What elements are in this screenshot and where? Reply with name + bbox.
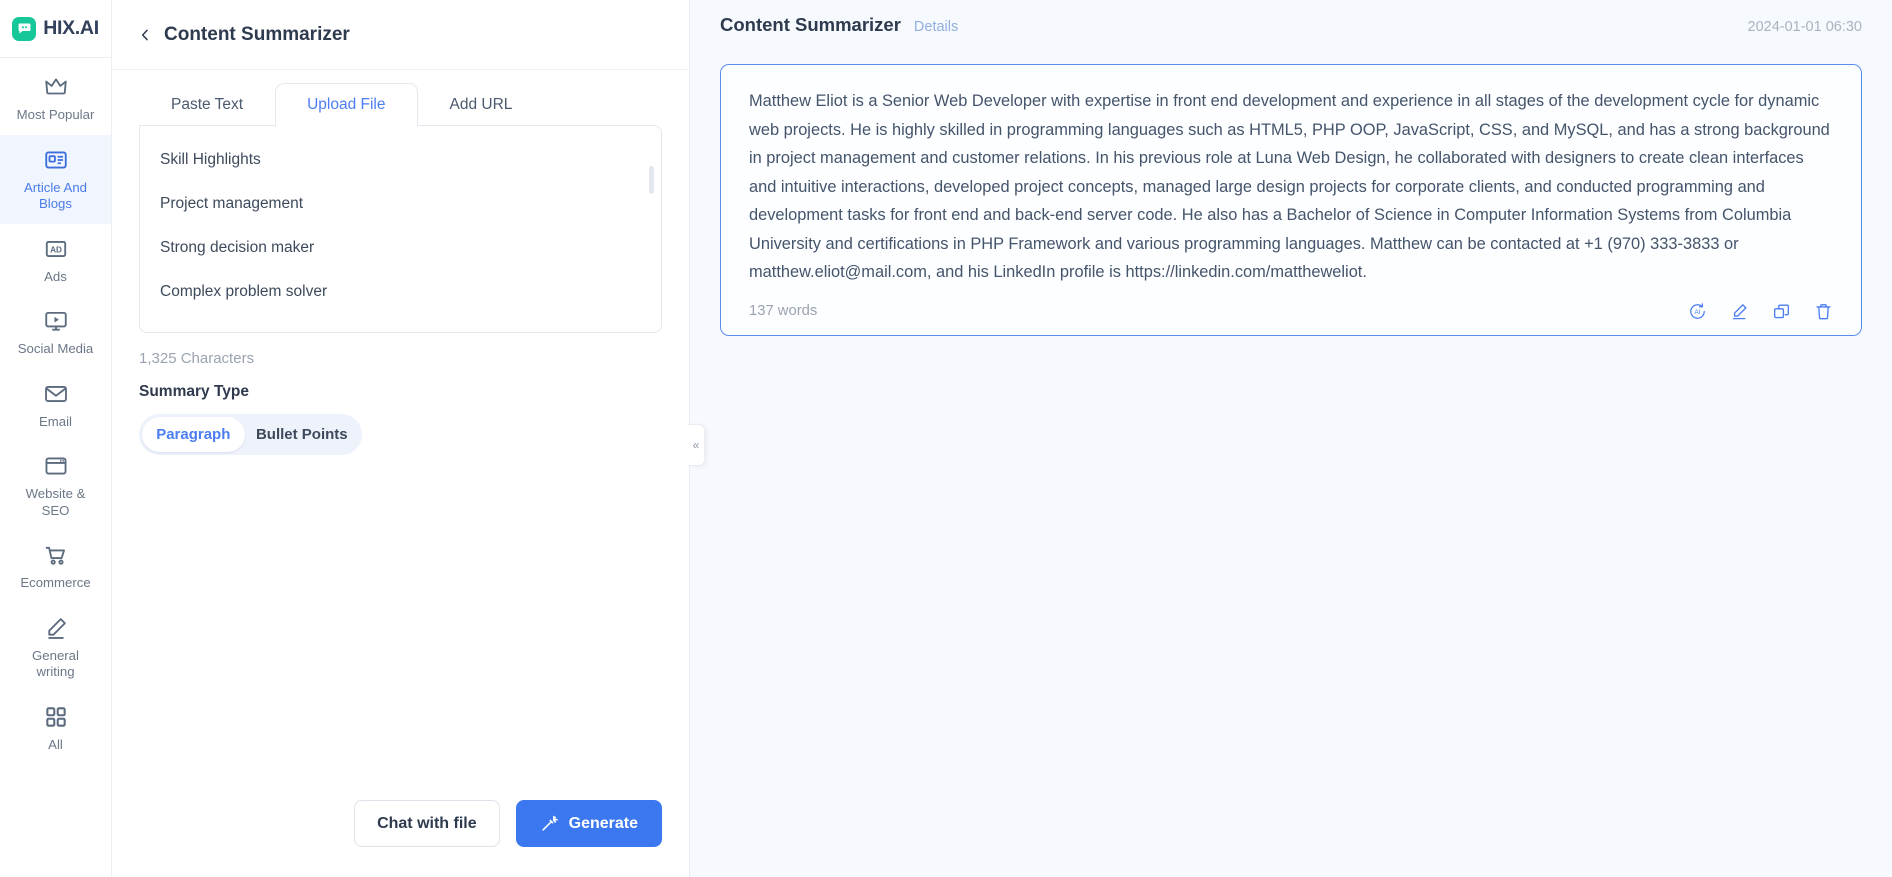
character-count: 1,325 Characters — [139, 350, 255, 367]
sidebar-item-label: Article And Blogs — [23, 179, 88, 212]
list-item: Skill Highlights — [160, 151, 261, 168]
generate-button-label: Generate — [568, 814, 638, 832]
preview-scrollbar[interactable] — [649, 166, 654, 194]
ai-rewrite-icon[interactable]: AI — [1688, 302, 1707, 321]
summary-type-paragraph[interactable]: Paragraph — [142, 417, 245, 452]
copy-icon[interactable] — [1772, 302, 1791, 321]
crown-icon — [44, 78, 67, 95]
chevron-left-icon[interactable] — [138, 25, 152, 45]
generate-button[interactable]: Generate — [515, 800, 662, 847]
input-mode-tabs: Paste Text Upload File Add URL — [112, 83, 689, 126]
delete-trash-icon[interactable] — [1814, 302, 1833, 321]
sidebar-item-label: Website & SEO — [25, 486, 86, 518]
list-item: Strong decision maker — [160, 239, 315, 256]
monitor-play-icon — [44, 311, 67, 331]
sidebar-item-label: Social Media — [17, 341, 94, 356]
sidebar-item-label: General writing — [32, 647, 79, 680]
sidebar-item-all[interactable]: All — [0, 692, 111, 765]
sidebar-item-list: Most Popular Article And Blogs AD Ads So… — [0, 58, 111, 764]
summary-type-toggle: Paragraph Bullet Points — [139, 414, 362, 455]
sidebar-item-ads[interactable]: AD Ads — [0, 224, 111, 297]
file-line-list: Skill Highlights Project management Stro… — [140, 126, 661, 314]
chat-with-file-button[interactable]: Chat with file — [354, 800, 500, 847]
chat-bubble-icon — [12, 16, 37, 41]
app-root: HIX.AI Most Popular Article And Blogs AD… — [0, 0, 1892, 877]
browser-window-icon — [45, 457, 66, 475]
result-header: Content Summarizer Details 2024-01-01 06… — [720, 0, 1862, 64]
svg-text:AD: AD — [50, 245, 62, 254]
card-action-buttons: AI — [1688, 302, 1833, 321]
list-item: Project management — [160, 195, 304, 212]
card-footer: 137 words AI — [749, 302, 1833, 321]
sidebar-item-general-writing[interactable]: General writing — [0, 603, 111, 692]
sidebar-item-email[interactable]: Email — [0, 369, 111, 442]
shopping-cart-icon — [45, 546, 65, 565]
panel-header: Content Summarizer — [112, 0, 689, 70]
file-content-preview[interactable]: Skill Highlights Project management Stro… — [139, 125, 662, 333]
sidebar-item-most-popular[interactable]: Most Popular — [0, 62, 111, 135]
article-icon — [44, 150, 67, 169]
pencil-icon — [47, 617, 66, 639]
sidebar-item-label: Most Popular — [16, 107, 95, 122]
summary-text: Matthew Eliot is a Senior Web Developer … — [749, 92, 1830, 281]
sidebar-item-label: Ads — [44, 268, 67, 284]
summary-result-card[interactable]: Matthew Eliot is a Senior Web Developer … — [720, 64, 1862, 336]
sidebar-item-label: All — [48, 736, 63, 752]
grid-icon — [45, 706, 66, 727]
result-timestamp: 2024-01-01 06:30 — [1747, 19, 1863, 35]
details-link[interactable]: Details — [914, 19, 958, 35]
page-title: Content Summarizer — [164, 23, 350, 45]
panel-footer-actions: Chat with file Generate — [112, 800, 689, 877]
tab-upload-file[interactable]: Upload File — [275, 83, 418, 126]
sidebar-item-ecommerce[interactable]: Ecommerce — [0, 530, 111, 603]
summary-type-label: Summary Type — [139, 383, 249, 400]
sidebar-item-article-and-blogs[interactable]: Article And Blogs — [0, 134, 111, 224]
svg-text:AI: AI — [1695, 309, 1701, 316]
sidebar-item-social-media[interactable]: Social Media — [0, 296, 111, 369]
ad-badge-icon: AD — [45, 240, 66, 257]
edit-pencil-icon[interactable] — [1730, 302, 1749, 321]
list-item: Complex problem solver — [160, 283, 328, 300]
brand-logo[interactable]: HIX.AI — [0, 0, 111, 58]
tab-paste-text[interactable]: Paste Text — [139, 83, 275, 125]
magic-wand-icon — [542, 815, 558, 831]
category-sidebar: HIX.AI Most Popular Article And Blogs AD… — [0, 0, 112, 877]
sidebar-item-label: Ecommerce — [20, 575, 91, 590]
result-panel: Content Summarizer Details 2024-01-01 06… — [690, 0, 1892, 877]
sidebar-item-website-and-seo[interactable]: Website & SEO — [0, 441, 111, 530]
tab-add-url[interactable]: Add URL — [418, 83, 545, 125]
summary-type-bullet-points[interactable]: Bullet Points — [245, 417, 359, 452]
envelope-icon — [44, 385, 67, 402]
collapse-panel-handle[interactable]: « — [688, 424, 705, 466]
result-title: Content Summarizer — [720, 14, 901, 35]
word-count: 137 words — [749, 303, 818, 319]
tool-form-panel: Content Summarizer Paste Text Upload Fil… — [112, 0, 705, 877]
brand-name: HIX.AI — [43, 17, 99, 39]
double-chevron-left-icon: « — [692, 438, 700, 452]
sidebar-item-label: Email — [39, 413, 72, 429]
